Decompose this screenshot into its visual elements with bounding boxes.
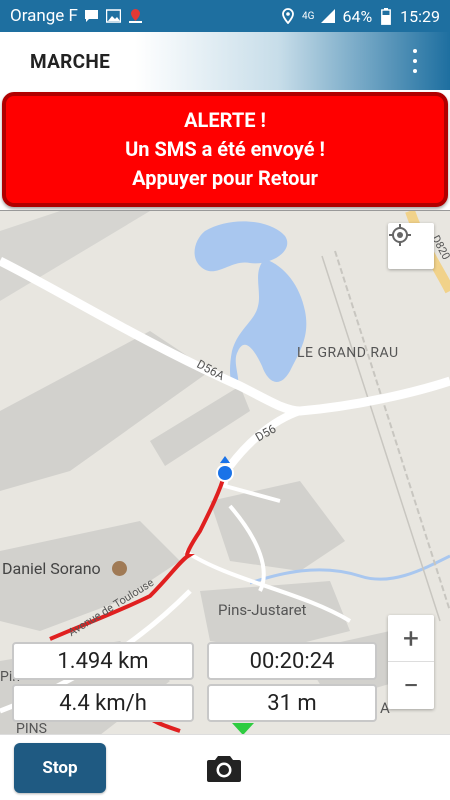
bottom-bar: Stop xyxy=(0,734,450,800)
status-bar: Orange F 4G 64% 15:29 xyxy=(0,0,450,32)
signal-icon xyxy=(320,8,336,24)
zoom-in-button[interactable]: + xyxy=(388,615,434,662)
school-icon xyxy=(112,561,127,576)
location-pin-icon xyxy=(128,8,144,24)
more-vert-icon[interactable] xyxy=(410,49,420,73)
map-label-le-grand-rau: LE GRAND RAU xyxy=(297,345,399,361)
chat-icon xyxy=(84,8,100,24)
alert-banner[interactable]: ALERTE ! Un SMS a été envoyé ! Appuyer p… xyxy=(2,92,448,207)
zoom-controls: + − xyxy=(388,615,434,709)
alert-title: ALERTE ! xyxy=(184,108,266,132)
destination-pin-icon xyxy=(232,723,254,734)
location-icon xyxy=(280,8,296,24)
map-label-pins: PINS xyxy=(16,721,47,734)
clock: 15:29 xyxy=(400,6,440,26)
altitude-value: 31 m xyxy=(207,684,377,722)
battery-level: 64% xyxy=(342,6,373,26)
heading-icon xyxy=(220,456,230,463)
app-bar: MARCHE xyxy=(0,32,450,90)
battery-icon xyxy=(378,7,394,25)
map-label-daniel-sorano: Daniel Sorano xyxy=(2,559,101,578)
my-location-button[interactable] xyxy=(388,223,434,269)
alert-action: Appuyer pour Retour xyxy=(132,166,318,190)
image-icon xyxy=(106,8,122,24)
stop-button[interactable]: Stop xyxy=(14,743,106,793)
crosshair-icon xyxy=(389,224,411,246)
screen: Orange F 4G 64% 15:29 MARCHE ALERTE ! Un… xyxy=(0,0,450,800)
carrier-name: Orange F xyxy=(10,6,78,26)
alert-message: Un SMS a été envoyé ! xyxy=(125,137,325,161)
distance-value: 1.494 km xyxy=(12,642,194,680)
network-type: 4G xyxy=(302,10,315,22)
zoom-out-button[interactable]: − xyxy=(388,662,434,709)
page-title: MARCHE xyxy=(30,49,111,73)
speed-value: 4.4 km/h xyxy=(12,684,194,722)
duration-value: 00:20:24 xyxy=(207,642,377,680)
camera-icon[interactable] xyxy=(206,753,242,785)
map-label-pins-justaret: Pins-Justaret xyxy=(218,601,307,619)
